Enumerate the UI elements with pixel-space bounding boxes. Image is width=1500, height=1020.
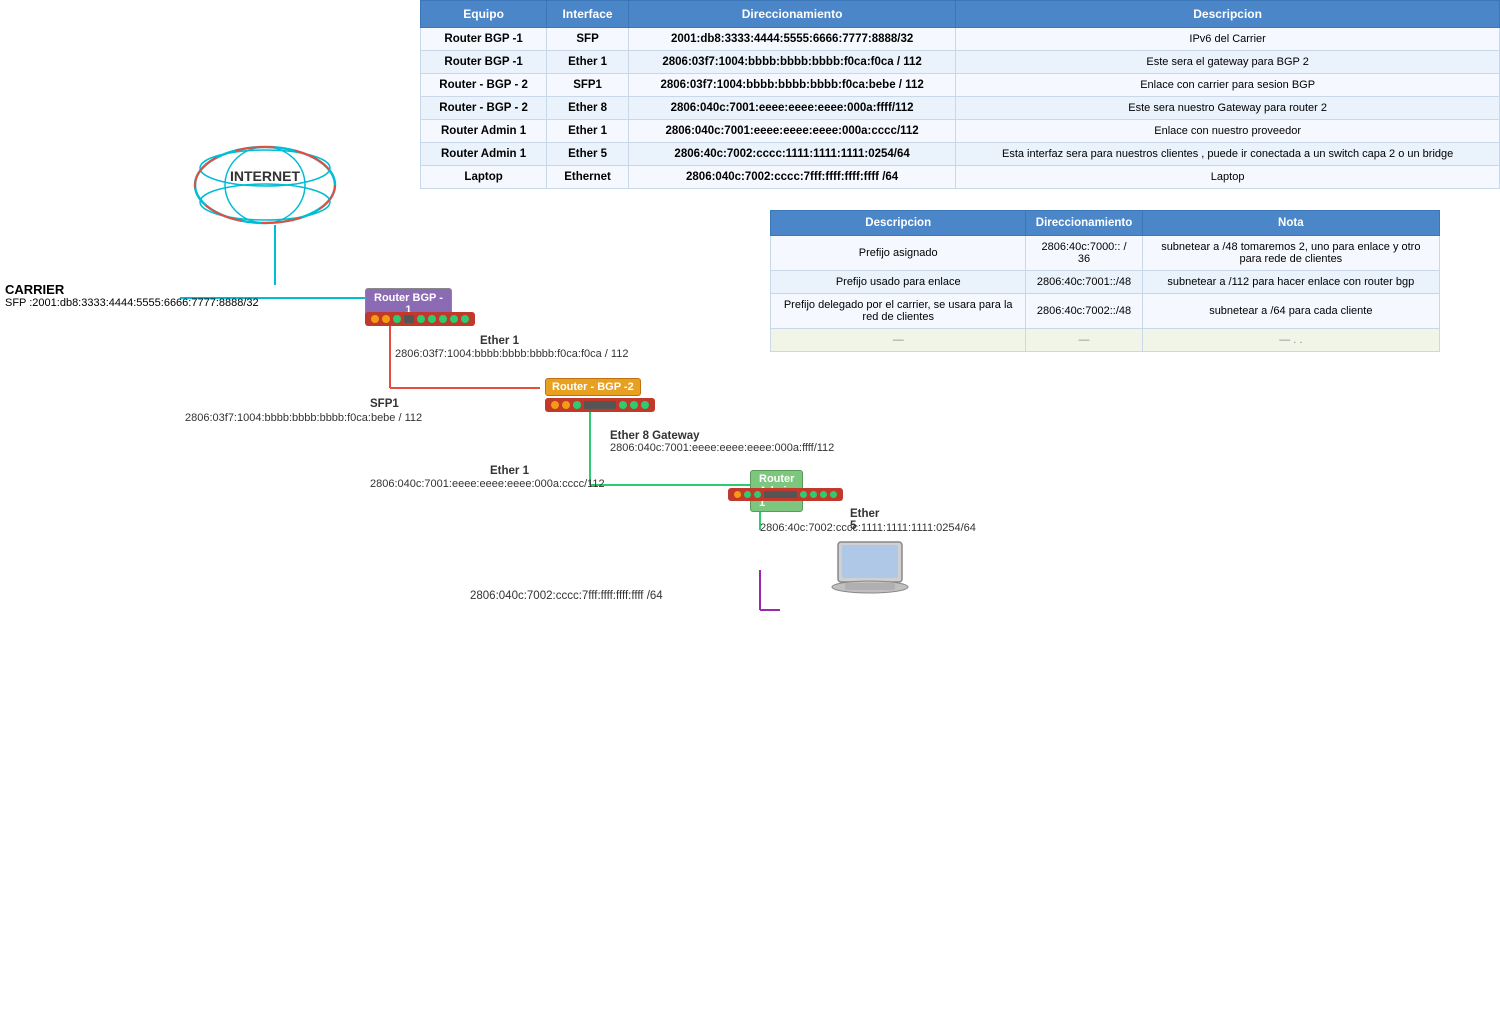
- router-bgp2-device: [545, 398, 655, 412]
- table-row: Router BGP -1SFP2001:db8:3333:4444:5555:…: [421, 28, 1500, 51]
- ether1-bgp1-label: Ether 1: [480, 335, 519, 347]
- col2-dir: Direccionamiento: [1026, 211, 1142, 236]
- router-bgp1-device: [365, 312, 475, 326]
- ether5-addr: 2806:40c:7002:cccc:1111:1111:1111:0254/6…: [760, 522, 976, 534]
- ether1-admin-label: Ether 1: [490, 465, 529, 477]
- col-interface: Interface: [547, 1, 629, 28]
- table-row: Router - BGP - 2Ether 82806:040c:7001:ee…: [421, 97, 1500, 120]
- col-equipo: Equipo: [421, 1, 547, 28]
- table-row: Router - BGP - 2SFP12806:03f7:1004:bbbb:…: [421, 74, 1500, 97]
- internet-label: INTERNET: [185, 168, 345, 184]
- table-row: Router BGP -1Ether 12806:03f7:1004:bbbb:…: [421, 51, 1500, 74]
- sfp1-label: SFP1: [370, 398, 399, 410]
- col-desc: Descripcion: [956, 1, 1500, 28]
- col2-nota: Nota: [1142, 211, 1439, 236]
- laptop-addr: 2806:040c:7002:cccc:7fff:ffff:ffff:ffff …: [470, 590, 663, 602]
- carrier-label: CARRIER: [5, 282, 64, 297]
- carrier-sfp-label: SFP :2001:db8:3333:4444:5555:6666:7777:8…: [5, 297, 259, 309]
- ether1-bgp1-addr: 2806:03f7:1004:bbbb:bbbb:bbbb:f0ca:f0ca …: [395, 348, 628, 360]
- ether8-addr: 2806:040c:7001:eeee:eeee:eeee:000a:ffff/…: [610, 442, 834, 454]
- ether1-admin-addr: 2806:040c:7001:eeee:eeee:eeee:000a:cccc/…: [370, 478, 605, 490]
- ether8-label: Ether 8 Gateway: [610, 430, 699, 442]
- col-dir: Direccionamiento: [628, 1, 955, 28]
- router-bgp2-box: Router - BGP -2: [545, 378, 641, 396]
- network-diagram: INTERNET CARRIER SFP :2001:db8:3333:4444…: [0, 140, 780, 620]
- router-admin1-device: [728, 488, 843, 501]
- sfp1-addr: 2806:03f7:1004:bbbb:bbbb:bbbb:f0ca:bebe …: [185, 412, 422, 424]
